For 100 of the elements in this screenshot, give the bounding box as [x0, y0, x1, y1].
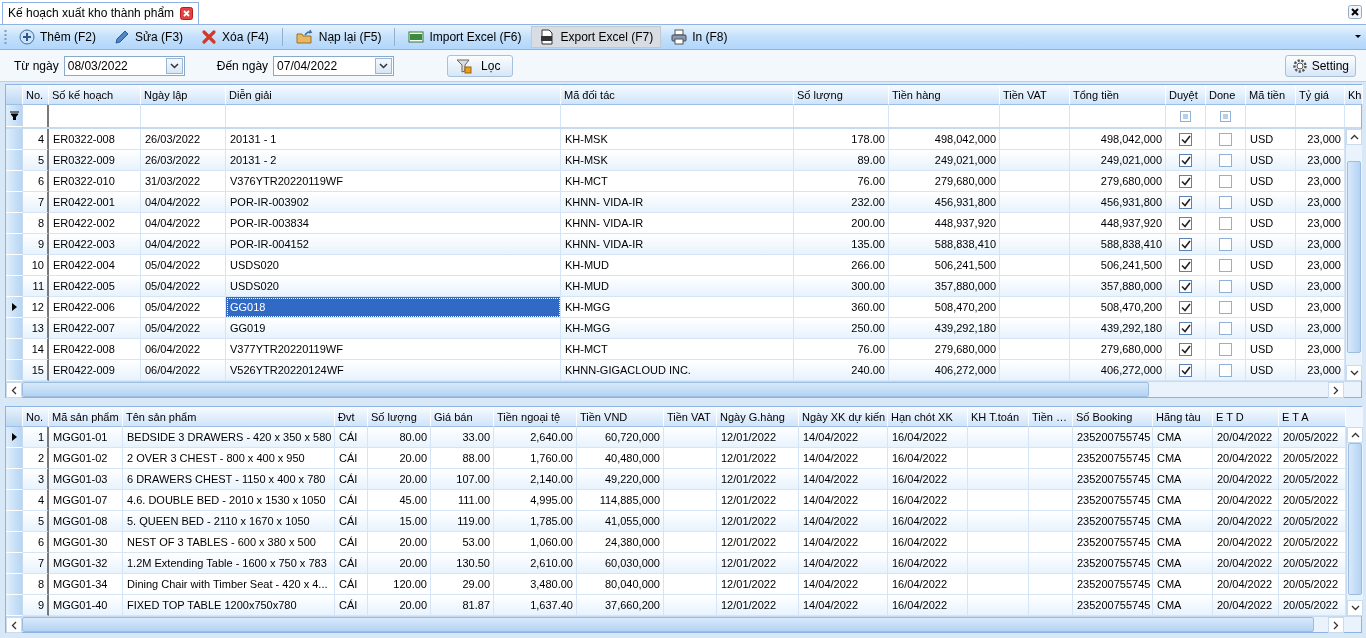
row-header[interactable] [6, 427, 23, 448]
table-row[interactable]: 7 ER0422-001 04/04/2022 POR-IR-003902 KHNN- VIDA-IR 232.00 456,931,800 456,931,800 USD 23,000 [6, 192, 1345, 214]
checkbox[interactable] [1219, 132, 1232, 146]
column-header[interactable]: Mã tiền [1246, 85, 1296, 106]
checkbox[interactable] [1219, 279, 1232, 293]
column-header[interactable]: Tiền VAT [1000, 85, 1070, 106]
table-row[interactable]: 9 ER0422-003 04/04/2022 POR-IR-004152 KHNN- VIDA-IR 135.00 588,838,410 588,838,410 USD 23,000 [6, 234, 1345, 256]
checkbox[interactable] [1219, 195, 1232, 209]
scroll-left-button[interactable] [6, 617, 22, 633]
checkbox[interactable] [1219, 300, 1232, 314]
checkbox[interactable] [1219, 216, 1232, 230]
edit-button[interactable]: Sửa (F3) [106, 25, 192, 48]
dropdown-icon[interactable] [1354, 33, 1362, 40]
checkbox[interactable] [1179, 300, 1192, 314]
close-icon[interactable] [180, 6, 194, 20]
checkbox[interactable] [1219, 237, 1232, 251]
checkbox[interactable] [1179, 153, 1192, 167]
checkbox[interactable] [1179, 216, 1192, 230]
column-header[interactable]: Số Booking [1073, 407, 1153, 427]
scrollbar-thumb[interactable] [22, 382, 1149, 398]
checkbox[interactable] [1179, 279, 1192, 293]
checkbox[interactable] [1219, 363, 1232, 377]
scroll-up-button[interactable] [1347, 427, 1363, 443]
column-header[interactable]: E T A [1279, 407, 1346, 427]
checkbox[interactable] [1219, 153, 1232, 167]
column-header[interactable]: Tỷ giá [1296, 85, 1345, 106]
scroll-down-button[interactable] [1347, 600, 1363, 616]
scroll-right-button[interactable] [1328, 617, 1344, 633]
checkbox[interactable] [1179, 363, 1192, 377]
scrollbar[interactable] [1346, 427, 1363, 616]
checkbox[interactable] [1179, 342, 1192, 356]
scrollbar-thumb[interactable] [1347, 161, 1361, 354]
table-row[interactable]: 15 ER0422-009 06/04/2022 V526YTR20220124WF KHNN-GIGACLOUD INC. 240.00 406,272,000 406,272,000 USD 23,000 [6, 360, 1345, 382]
scrollbar[interactable] [1345, 129, 1362, 382]
column-header[interactable]: Kh [1345, 85, 1363, 106]
column-header[interactable]: Tiền hàng [889, 85, 1000, 106]
settings-button[interactable]: Setting [1284, 54, 1356, 77]
row-header[interactable] [6, 297, 23, 319]
column-header[interactable]: Ngày G.hàng [717, 407, 799, 427]
column-header[interactable]: E T D [1213, 407, 1279, 427]
column-header[interactable]: Tiền … [1029, 407, 1073, 427]
checkbox[interactable] [1219, 174, 1232, 188]
column-header[interactable]: Số kế hoạch [49, 85, 141, 106]
table-row[interactable]: 9 MGG01-40 FIXED TOP TABLE 1200x750x780 CÁI 20.00 81.87 1,637.40 37,660,200 12/01/2022 14/04/2022 16/04/2022 235200755745 CMA 20/04/2022 20/05/2022 [6, 595, 1346, 616]
checkbox[interactable] [1219, 342, 1232, 356]
table-row[interactable]: 1 MGG01-01 BEDSIDE 3 DRAWERS - 420 x 350 x 580 CÁI 80.00 33.00 2,640.00 60,720,000 12/01/2022 14/04/2022 16/04/2022 235200755745 CMA 20/04/2022 20/05/2022 [6, 427, 1346, 448]
checkbox[interactable] [1179, 132, 1192, 146]
scroll-left-button[interactable] [6, 382, 22, 399]
column-header[interactable]: Tiền VAT [664, 407, 717, 427]
table-row[interactable]: 11 ER0422-005 05/04/2022 USDS020 KH-MUD 300.00 357,880,000 357,880,000 USD 23,000 [6, 276, 1345, 298]
scrollbar[interactable] [6, 381, 1361, 398]
close-icon[interactable] [1348, 4, 1362, 19]
checkbox[interactable] [1179, 237, 1192, 251]
table-row[interactable]: 5 MGG01-08 5. QUEEN BED - 2110 x 1670 x 1050 CÁI 15.00 119.00 1,785.00 41,055,000 12/01/2022 14/04/2022 16/04/2022 235200755745 CMA 20/04/2022 20/05/2022 [6, 511, 1346, 532]
add-button[interactable]: Thêm (F2) [11, 25, 104, 48]
column-header[interactable]: Số lượng [794, 85, 889, 106]
column-header[interactable]: Tổng tiền [1070, 85, 1166, 106]
to-date-field[interactable]: 07/04/2022 [273, 55, 395, 76]
column-header[interactable]: Giá bán [431, 407, 494, 427]
print-button[interactable]: In (F8) [663, 25, 736, 48]
scroll-right-button[interactable] [1328, 382, 1344, 399]
column-header[interactable]: Tên sản phẩm [123, 407, 335, 427]
checkbox[interactable] [1179, 174, 1192, 188]
checkbox[interactable] [1179, 321, 1192, 335]
import-button[interactable]: Import Excel (F6) [400, 25, 530, 48]
column-header[interactable]: Duyệt [1166, 85, 1206, 106]
column-header[interactable]: Ngày lập [141, 85, 226, 106]
column-header[interactable]: Hãng tàu [1153, 407, 1213, 427]
table-row[interactable]: 7 MGG01-32 1.2M Extending Table - 1600 x 750 x 783 CÁI 20.00 130.50 2,610.00 60,030,000 12/01/2022 14/04/2022 16/04/2022 235200755745 CMA 20/04/2022 20/05/2022 [6, 553, 1346, 574]
table-row[interactable]: 13 ER0422-007 05/04/2022 GG019 KH-MGG 250.00 439,292,180 439,292,180 USD 23,000 [6, 318, 1345, 340]
column-header[interactable]: No. [23, 407, 49, 427]
column-header[interactable]: Số lượng [368, 407, 431, 427]
checkbox[interactable] [1219, 258, 1232, 272]
table-row[interactable]: 3 MGG01-03 6 DRAWERS CHEST - 1150 x 400 x 780 CÁI 20.00 107.00 2,140.00 49,220,000 12/01/2022 14/04/2022 16/04/2022 235200755745 CMA 20/04/2022 20/05/2022 [6, 469, 1346, 490]
document-tab[interactable]: Kế hoạch xuất kho thành phẩm [2, 1, 200, 24]
column-header[interactable]: Tiền ngoại tệ [494, 407, 577, 427]
table-row[interactable]: 5 ER0322-009 26/03/2022 20131 - 2 KH-MSK 89.00 249,021,000 249,021,000 USD 23,000 [6, 150, 1345, 172]
reload-button[interactable]: Nạp lại (F5) [287, 25, 390, 48]
checkbox[interactable] [1219, 321, 1232, 335]
filter-checkbox[interactable] [1180, 110, 1191, 122]
scroll-down-button[interactable] [1346, 365, 1362, 382]
filter-button[interactable]: Lọc [447, 54, 514, 77]
column-header[interactable]: Ngày XK dự kiến [799, 407, 888, 427]
grip-icon[interactable] [4, 28, 7, 45]
column-header[interactable]: Diễn giải [226, 85, 561, 106]
column-header[interactable]: Tiền VND [577, 407, 664, 427]
column-header[interactable]: Done [1206, 85, 1246, 106]
delete-button[interactable]: Xóa (F4) [193, 25, 277, 48]
column-header[interactable]: Mã đối tác [561, 85, 794, 106]
scrollbar-thumb[interactable] [1348, 443, 1362, 595]
checkbox[interactable] [1179, 195, 1192, 209]
from-date-field[interactable]: 08/03/2022 [63, 55, 185, 76]
scroll-up-button[interactable] [1346, 129, 1362, 146]
filter-row-header[interactable] [6, 105, 23, 128]
export-button[interactable]: Export Excel (F7) [531, 25, 662, 48]
column-header[interactable]: Đvt [335, 407, 368, 427]
filter-checkbox[interactable] [1220, 110, 1231, 122]
filter-icon[interactable] [9, 111, 19, 121]
column-header[interactable]: Hạn chót XK [888, 407, 968, 427]
column-header[interactable]: KH T.toán [968, 407, 1029, 427]
